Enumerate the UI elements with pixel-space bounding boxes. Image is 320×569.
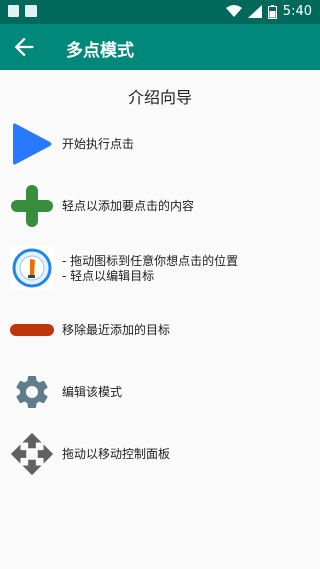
move-arrows-icon (8, 430, 56, 478)
play-triangle-icon (8, 120, 56, 168)
wifi-icon (225, 5, 242, 17)
guide-item-label: 开始执行点击 (62, 137, 135, 151)
guide-item-start: 开始执行点击 (0, 120, 320, 170)
guide-item-label-line: - 拖动图标到任意你想点击的位置 (62, 254, 239, 268)
guide-item-label: 编辑该模式 (62, 385, 123, 399)
notification-icons (8, 5, 37, 17)
status-bar: 5:40 (0, 0, 320, 24)
guide-item-label-line: - 轻点以编辑目标 (62, 269, 155, 283)
app-bar: 多点模式 (0, 24, 320, 70)
system-status: 5:40 (225, 4, 312, 19)
guide-item-remove: 移除最近添加的目标 (0, 306, 320, 356)
notification-icon (25, 5, 37, 17)
target-marker-icon (8, 244, 56, 292)
back-arrow-icon[interactable] (10, 33, 38, 61)
guide-title: 介绍向导 (127, 88, 192, 107)
guide-item-add: 轻点以添加要点击的内容 (0, 182, 320, 232)
plus-icon (8, 182, 56, 230)
page-title: 多点模式 (66, 41, 134, 61)
signal-icon (247, 5, 262, 18)
guide-item-label: 拖动以移动控制面板 (62, 447, 171, 461)
remove-bar-icon (8, 306, 56, 354)
guide-item-move: 拖动以移动控制面板 (0, 430, 320, 480)
guide-item-label: 轻点以添加要点击的内容 (62, 199, 195, 213)
battery-icon (267, 4, 277, 19)
guide-item-edit: 编辑该模式 (0, 368, 320, 418)
clock: 5:40 (282, 4, 312, 19)
gear-icon (8, 368, 56, 416)
notification-icon (8, 5, 19, 17)
guide-item-label: 移除最近添加的目标 (62, 323, 171, 337)
guide-item-target: - 拖动图标到任意你想点击的位置 - 轻点以编辑目标 (0, 244, 320, 294)
